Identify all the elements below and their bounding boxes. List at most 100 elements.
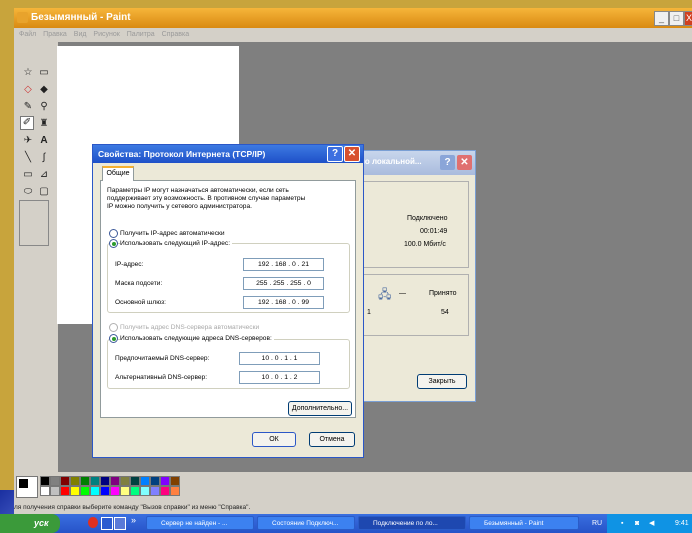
help-icon[interactable]: ?: [327, 146, 343, 162]
radio-manual-ip[interactable]: [109, 239, 118, 248]
security-tray-icon[interactable]: ◙: [635, 514, 639, 533]
palette-swatch[interactable]: [120, 476, 130, 486]
close-icon[interactable]: ✕: [344, 146, 360, 162]
help-button[interactable]: ?: [440, 155, 455, 170]
brush-icon[interactable]: ♜: [37, 117, 51, 131]
palette-swatch[interactable]: [120, 486, 130, 496]
ip-address-field[interactable]: 192 . 168 . 0 . 21: [243, 258, 324, 271]
language-indicator[interactable]: RU: [592, 514, 602, 533]
overflow-chevron-icon[interactable]: »: [131, 515, 136, 525]
palette-swatch[interactable]: [50, 476, 60, 486]
free-select-icon[interactable]: ☆: [21, 66, 35, 80]
rounded-rect-icon[interactable]: ▢: [37, 185, 51, 199]
subnet-mask-field[interactable]: 255 . 255 . 255 . 0: [243, 277, 324, 290]
eraser-icon[interactable]: ◇: [21, 83, 35, 97]
current-colors[interactable]: [16, 476, 38, 498]
palette-swatch[interactable]: [110, 486, 120, 496]
palette-swatch[interactable]: [90, 476, 100, 486]
net-close-button[interactable]: Закрыть: [417, 374, 467, 389]
radio-manual-dns[interactable]: [109, 334, 118, 343]
tool-options[interactable]: [19, 200, 49, 246]
tcpip-properties-dialog: Свойства: Протокол Интернета (TCP/IP) ? …: [92, 144, 364, 458]
palette-swatch[interactable]: [90, 486, 100, 496]
palette-swatch[interactable]: [40, 476, 50, 486]
save-icon[interactable]: [114, 517, 126, 530]
taskbar-item-browser[interactable]: Сервер не найден - ...: [146, 516, 254, 530]
airbrush-icon[interactable]: ✈: [21, 134, 35, 148]
ok-button[interactable]: ОК: [252, 432, 296, 447]
palette-swatch[interactable]: [140, 476, 150, 486]
radio-auto-dns-label: Получить адрес DNS-сервера автоматически: [120, 324, 260, 331]
palette-swatch[interactable]: [150, 476, 160, 486]
status-text: ля получения справки выберите команду "В…: [14, 504, 251, 511]
start-button[interactable]: уск: [0, 514, 60, 533]
menu-help[interactable]: Справка: [162, 31, 189, 38]
polygon-icon[interactable]: ⊿: [37, 168, 51, 182]
menu-image[interactable]: Рисунок: [93, 31, 119, 38]
paint-titlebar[interactable]: Безымянный - Paint _ □ X: [14, 8, 692, 28]
line-icon[interactable]: ╲: [21, 151, 35, 165]
curve-icon[interactable]: ∫: [37, 151, 51, 165]
radio-auto-ip-label: Получить IP-адрес автоматически: [120, 230, 225, 237]
palette-swatch[interactable]: [70, 486, 80, 496]
palette-swatch[interactable]: [160, 476, 170, 486]
taskbar-item-connection[interactable]: Подключение по ло...: [358, 516, 466, 530]
opera-icon[interactable]: [88, 517, 98, 528]
alternate-dns-field[interactable]: 10 . 0 . 1 . 2: [239, 371, 320, 384]
ellipse-icon[interactable]: ⬭: [21, 185, 35, 199]
minimize-button[interactable]: _: [654, 11, 669, 26]
palette-swatch[interactable]: [130, 476, 140, 486]
menu-view[interactable]: Вид: [74, 31, 87, 38]
tab-general[interactable]: Общие: [102, 166, 134, 181]
palette-swatch[interactable]: [160, 486, 170, 496]
close-button[interactable]: ✕: [457, 155, 472, 170]
palette-swatch[interactable]: [50, 486, 60, 496]
close-button[interactable]: X: [684, 11, 692, 26]
menu-edit[interactable]: Правка: [43, 31, 67, 38]
radio-auto-dns[interactable]: [109, 323, 118, 332]
palette-swatch[interactable]: [60, 486, 70, 496]
network-tray-icon[interactable]: ▪: [621, 514, 623, 533]
palette-swatch[interactable]: [60, 476, 70, 486]
radio-auto-ip[interactable]: [109, 229, 118, 238]
menu-colors[interactable]: Палитра: [127, 31, 155, 38]
advanced-button[interactable]: Дополнительно...: [288, 401, 352, 416]
preferred-dns-field[interactable]: 10 . 0 . 1 . 1: [239, 352, 320, 365]
rect-select-icon[interactable]: ▭: [37, 66, 51, 80]
activity-dash: —: [399, 290, 406, 297]
palette-swatch[interactable]: [100, 476, 110, 486]
taskbar-item-paint[interactable]: Безымянный - Paint: [469, 516, 579, 530]
ip-label: IP-адрес:: [115, 261, 144, 268]
volume-tray-icon[interactable]: ◀: [649, 514, 654, 533]
radio-manual-ip-label: Использовать следующий IP-адрес:: [120, 240, 233, 247]
palette-swatch[interactable]: [170, 476, 180, 486]
color-palette: [14, 472, 692, 502]
gateway-label: Основной шлюз:: [115, 299, 166, 306]
magnifier-icon[interactable]: ⚲: [37, 100, 51, 114]
dialog-titlebar[interactable]: Свойства: Протокол Интернета (TCP/IP) ? …: [93, 145, 363, 163]
palette-swatch[interactable]: [150, 486, 160, 496]
text-icon[interactable]: A: [37, 134, 51, 148]
network-computer-icon: 🖧: [378, 287, 392, 301]
taskbar-item-status[interactable]: Состояние Подключ...: [257, 516, 355, 530]
palette-swatch[interactable]: [130, 486, 140, 496]
palette-swatch[interactable]: [140, 486, 150, 496]
cancel-button[interactable]: Отмена: [309, 432, 355, 447]
rectangle-icon[interactable]: ▭: [21, 168, 35, 182]
sent-value: 1: [367, 309, 371, 316]
maximize-button[interactable]: □: [669, 11, 684, 26]
pencil-icon[interactable]: ✐: [20, 116, 34, 130]
palette-swatch[interactable]: [110, 476, 120, 486]
palette-swatch[interactable]: [70, 476, 80, 486]
word-icon[interactable]: [101, 517, 113, 530]
menu-file[interactable]: Файл: [19, 31, 36, 38]
palette-swatch[interactable]: [170, 486, 180, 496]
palette-swatch[interactable]: [40, 486, 50, 496]
dialog-title: Свойства: Протокол Интернета (TCP/IP): [98, 149, 266, 159]
fill-icon[interactable]: ◆: [37, 83, 51, 97]
palette-swatch[interactable]: [80, 486, 90, 496]
gateway-field[interactable]: 192 . 168 . 0 . 99: [243, 296, 324, 309]
palette-swatch[interactable]: [100, 486, 110, 496]
palette-swatch[interactable]: [80, 476, 90, 486]
picker-icon[interactable]: ✎: [21, 100, 35, 114]
